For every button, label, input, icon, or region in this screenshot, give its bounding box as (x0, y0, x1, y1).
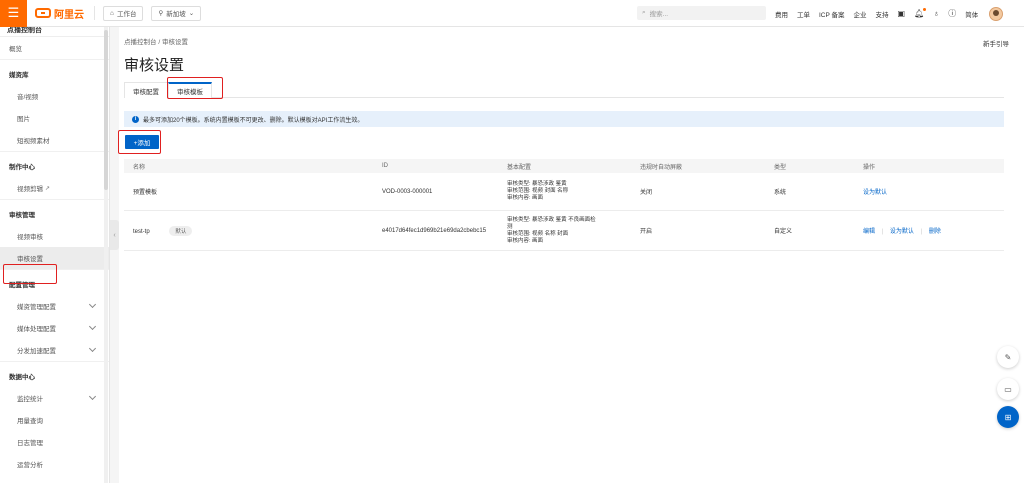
cell-actions: 设为默认 (854, 187, 1004, 196)
cell-auto-block: 开启 (640, 229, 653, 235)
sidebar-group-media: 媒资库 (0, 59, 109, 85)
notification-dot (923, 8, 927, 11)
cell-auto-block: 关闭 (640, 190, 653, 196)
divider (94, 6, 95, 20)
sidebar-item-video-review[interactable]: 视频审核 (0, 225, 109, 247)
main-content: 点播控制台 / 审核设置 新手引导 审核设置 审核配置 审核模板 i 最多可添加… (119, 27, 1024, 483)
sidebar-scrollbar-thumb[interactable] (104, 30, 108, 190)
sidebar-group-review: 审核管理 (0, 199, 109, 225)
region-selector[interactable]: ⚲ 新加坡 ⌄ (151, 5, 202, 21)
home-icon: ⌂ (110, 9, 114, 17)
menu-icon[interactable]: ☰ (0, 0, 27, 27)
breadcrumb-link-console[interactable]: 点播控制台 (124, 39, 157, 46)
chevron-down-icon (88, 392, 97, 401)
apps-button[interactable]: ⊞ (997, 406, 1019, 428)
grid-icon: ⊞ (1004, 412, 1012, 422)
cell-name: 预置模板 (133, 190, 158, 196)
avatar[interactable] (989, 6, 1004, 21)
sidebar-title: 点播控制台 (0, 27, 109, 37)
sidebar-item-audio-video[interactable]: 音/视频 (0, 85, 109, 107)
highlight-box-sidebar (3, 264, 57, 284)
sidebar-item-logs[interactable]: 日志管理 (0, 431, 109, 453)
top-link-fees[interactable]: 费用 (775, 9, 788, 19)
sidebar-item-asset-config[interactable]: 媒资管理配置 (0, 295, 109, 317)
workbench-button[interactable]: ⌂ 工作台 (103, 5, 144, 21)
sidebar-item-processing-config[interactable]: 媒体处理配置 (0, 317, 109, 339)
chevron-down-icon (88, 322, 97, 331)
chat-button[interactable]: ▭ (997, 378, 1019, 400)
table-header: 名称 ID 基本配置 违规时自动屏蔽 类型 操作 (124, 159, 1004, 173)
breadcrumb: 点播控制台 / 审核设置 (124, 36, 188, 46)
delete-button[interactable]: 删除 (929, 229, 941, 235)
sidebar-item-cdn-config[interactable]: 分发加速配置 (0, 339, 109, 361)
column-header-name: 名称 (133, 164, 146, 171)
language-switch[interactable]: 简体 (965, 9, 978, 19)
cell-type: 系统 (774, 190, 787, 196)
top-link-enterprise[interactable]: 企业 (854, 9, 867, 19)
column-header-auto-block: 违规时自动屏蔽 (640, 164, 683, 171)
chevron-down-icon (88, 344, 97, 353)
top-link-support[interactable]: 支持 (876, 9, 889, 19)
guide-link[interactable]: 新手引导 (983, 38, 1009, 48)
table-row: test-tp 默认 e4017d64fec1d969b21e69da2cbeb… (124, 211, 1004, 251)
sidebar-item-images[interactable]: 图片 (0, 107, 109, 129)
lightbulb-icon[interactable]: ♁ (933, 9, 939, 18)
set-default-button[interactable]: 设为默认 (890, 229, 914, 235)
column-header-id: ID (382, 163, 388, 169)
sidebar-item-short-video[interactable]: 短视频素材 (0, 129, 109, 151)
cell-actions: 编辑 | 设为默认 | 删除 (854, 226, 1004, 235)
highlight-box-add-button (118, 130, 161, 154)
highlight-box-tab (167, 77, 223, 99)
tab-bar: 审核配置 审核模板 (124, 82, 1004, 98)
chat-icon: ▭ (1004, 384, 1012, 394)
set-default-button[interactable]: 设为默认 (863, 190, 887, 196)
action-separator: | (881, 229, 884, 235)
sidebar-group-production: 制作中心 (0, 151, 109, 177)
chevron-down-icon (88, 300, 97, 309)
logo-mark-icon (35, 8, 51, 18)
bell-icon[interactable]: 🔔︎ (914, 8, 927, 18)
sidebar: 点播控制台 概览 媒资库 音/视频 图片 短视频素材 制作中心 视频剪辑 ↗ 审核… (0, 27, 110, 483)
page-title: 审核设置 (124, 57, 185, 74)
sidebar-group-data: 数据中心 (0, 361, 109, 387)
top-link-ticket[interactable]: 工单 (797, 9, 810, 19)
sidebar-item-analytics[interactable]: 运营分析 (0, 453, 109, 475)
column-header-config: 基本配置 (507, 164, 532, 171)
edit-feedback-button[interactable]: ✎ (997, 346, 1019, 368)
cell-name: test-tp 默认 (124, 225, 373, 236)
top-link-icp[interactable]: ICP 备案 (819, 9, 845, 19)
template-table: 名称 ID 基本配置 违规时自动屏蔽 类型 操作 预置模板 VOD-0003-0… (124, 159, 1004, 251)
action-separator: | (920, 229, 923, 235)
column-header-type: 类型 (774, 164, 787, 171)
sidebar-item-video-edit[interactable]: 视频剪辑 ↗ (0, 177, 109, 199)
external-link-icon: ↗ (45, 185, 51, 192)
cell-id: e4017d64fec1d969b21e69da2cbebc15 (382, 227, 487, 234)
aliyun-logo[interactable]: 阿里云 (35, 0, 84, 27)
pencil-icon: ✎ (1004, 352, 1012, 362)
info-icon: i (132, 115, 139, 123)
screen-icon[interactable]: ▣ (898, 9, 906, 18)
edit-button[interactable]: 编辑 (863, 229, 875, 235)
chevron-down-icon: ⌄ (188, 10, 195, 17)
location-icon: ⚲ (158, 10, 164, 17)
table-row: 预置模板 VOD-0003-000001 审核类型: 暴恐涉政 鉴黄 审核范围:… (124, 173, 1004, 211)
sidebar-collapse-toggle[interactable]: ‹ (110, 220, 119, 250)
default-badge: 默认 (169, 225, 193, 236)
cell-id: VOD-0003-000001 (382, 188, 433, 195)
cell-config: 审核类型: 暴恐涉政 鉴黄 不良画面检 测 审核范围: 视频 名称 封面 审核内… (507, 216, 596, 244)
cell-type: 自定义 (774, 229, 793, 235)
breadcrumb-current: 审核设置 (161, 39, 188, 46)
cell-config: 审核类型: 暴恐涉政 鉴黄 审核范围: 视频 封面 名称 审核内容: 画面 (507, 181, 569, 201)
sidebar-item-monitoring[interactable]: 监控统计 (0, 387, 109, 409)
info-notice: i 最多可添加20个模板。系统内置模板不可更改、删除。默认模板对API工作流生效… (124, 111, 1004, 127)
column-header-actions: 操作 (863, 164, 876, 171)
search-icon: ⌕ (642, 9, 646, 16)
help-icon[interactable]: ⓘ (948, 8, 956, 19)
search-input[interactable]: ⌕ 搜索... (637, 6, 766, 20)
sidebar-item-usage[interactable]: 用量查询 (0, 409, 109, 431)
top-links: 费用 工单 ICP 备案 企业 支持 ▣ 🔔︎ ♁ ⓘ 简体 (775, 0, 1004, 27)
sidebar-item-overview[interactable]: 概览 (0, 37, 109, 59)
tab-review-config[interactable]: 审核配置 (124, 82, 168, 98)
